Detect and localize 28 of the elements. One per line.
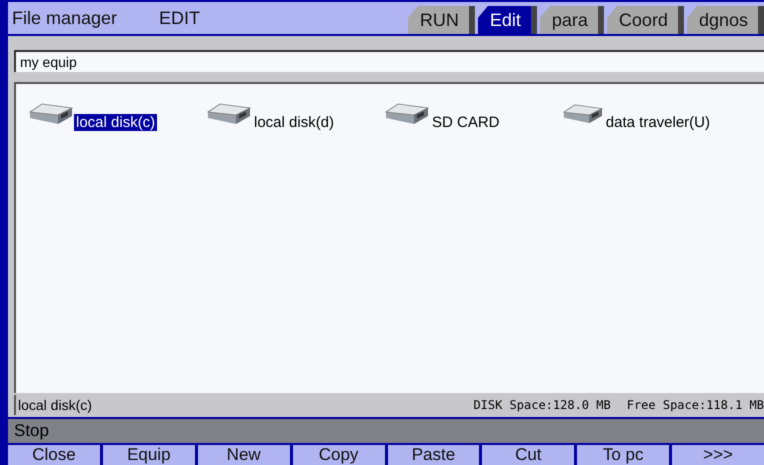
- mode-label: EDIT: [159, 8, 200, 28]
- softkey-button[interactable]: >>>: [672, 445, 764, 465]
- disk-drive-icon: [28, 102, 74, 126]
- drive-label[interactable]: data traveler(U): [604, 114, 712, 131]
- disk-drive-icon: [384, 102, 430, 126]
- softkey-button[interactable]: Cut: [482, 445, 574, 465]
- disk-drive-icon: [206, 102, 252, 126]
- tab[interactable]: Edit: [478, 6, 537, 34]
- selected-drive-name: local disk(c): [18, 397, 92, 413]
- softkey-button[interactable]: Close: [8, 445, 100, 465]
- tab[interactable]: Coord: [606, 6, 684, 34]
- path-field[interactable]: my equip: [14, 50, 764, 72]
- softkey-button[interactable]: To pc: [577, 445, 670, 465]
- tab[interactable]: para: [540, 6, 604, 34]
- drive-label[interactable]: SD CARD: [430, 114, 502, 131]
- state-bar: Stop: [8, 417, 764, 445]
- disk-drive-icon: [562, 102, 604, 126]
- drive-label[interactable]: local disk(c): [74, 114, 158, 131]
- tab[interactable]: RUN: [408, 6, 475, 34]
- softkey-button[interactable]: Copy: [292, 445, 384, 465]
- softkey-button[interactable]: New: [198, 445, 290, 465]
- tab[interactable]: dgnos: [686, 6, 764, 34]
- screen-title: File manager: [12, 8, 118, 28]
- free-space-text: Free Space:118.1 MB: [626, 398, 764, 412]
- softkey-button[interactable]: Equip: [102, 445, 195, 465]
- drive-label[interactable]: local disk(d): [252, 114, 336, 131]
- disk-space-text: DISK Space:128.0 MB: [473, 398, 611, 412]
- softkey-button[interactable]: Paste: [388, 445, 480, 465]
